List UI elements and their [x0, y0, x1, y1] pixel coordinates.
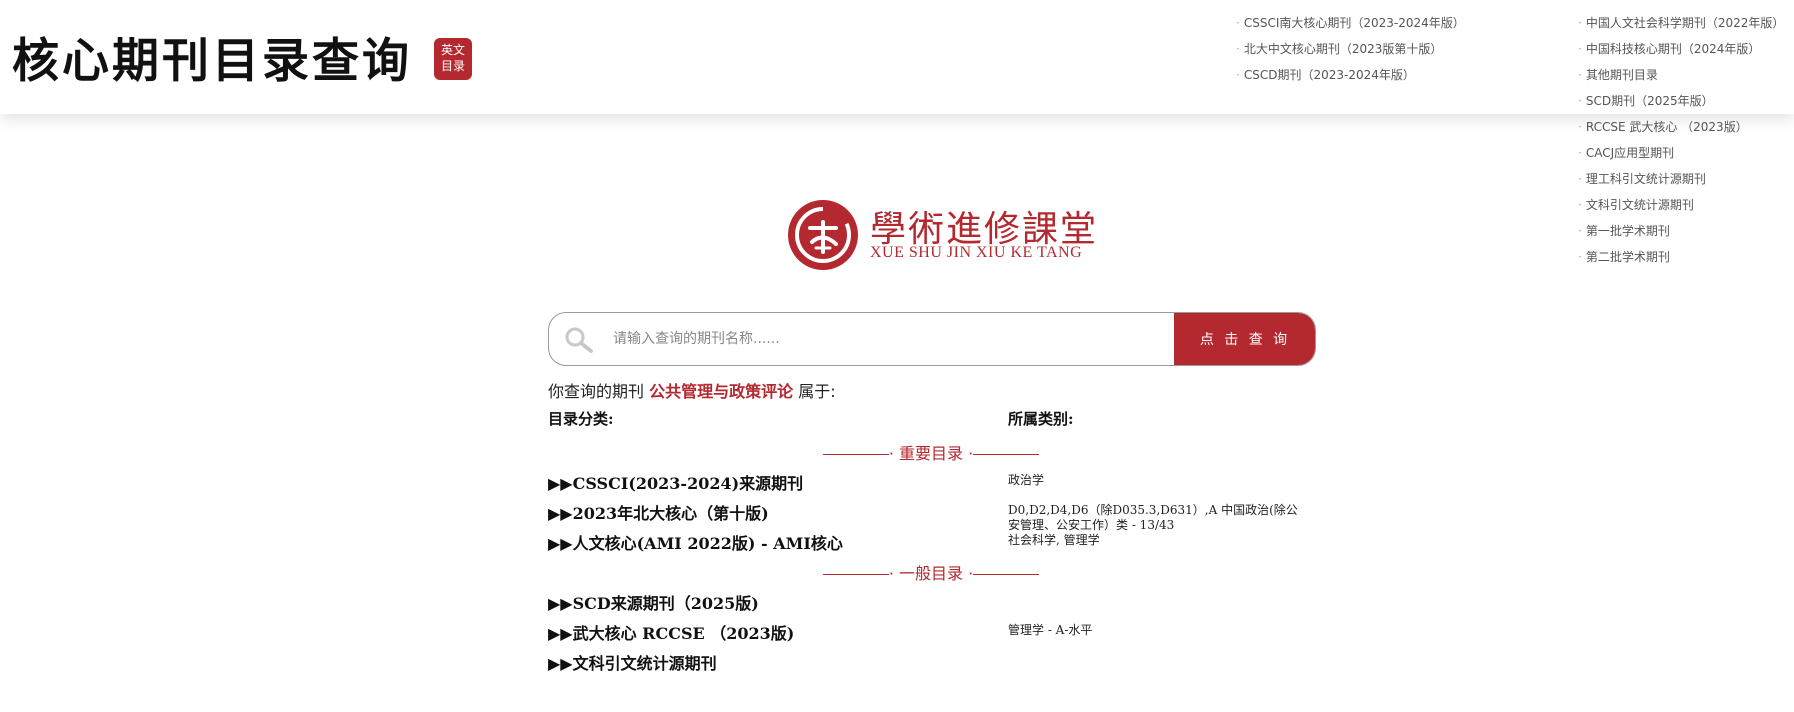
site-title: 核心期刊目录查询 — [12, 34, 412, 89]
important-catalog-label: · 重要目录 · — [888, 444, 974, 463]
nav-link-other[interactable]: 其他期刊目录 — [1578, 67, 1784, 93]
english-catalog-button[interactable]: 英文 目录 — [434, 38, 472, 80]
nav-link-scd[interactable]: SCD期刊（2025年版） — [1578, 93, 1784, 119]
result-suffix: 属于: — [798, 382, 836, 401]
divider-line — [973, 454, 1040, 455]
nav-link-science-citation[interactable]: 理工科引文统计源期刊 — [1578, 171, 1784, 197]
nav-link-cacj[interactable]: CACJ应用型期刊 — [1578, 145, 1784, 171]
search-icon — [565, 327, 593, 353]
english-catalog-label-line2: 目录 — [440, 59, 465, 73]
nav-link-first-batch[interactable]: 第一批学术期刊 — [1578, 223, 1784, 249]
nav-link-cssci[interactable]: CSSCI南大核心期刊（2023-2024年版） — [1236, 15, 1465, 41]
catalog-row-category[interactable]: ▶▶SCD来源期刊（2025版) — [548, 590, 759, 614]
catalog-row-value: 社会科学, 管理学 — [1008, 533, 1100, 547]
top-header: 核心期刊目录查询 英文 目录 CSSCI南大核心期刊（2023-2024年版） … — [0, 0, 1794, 114]
catalog-nav-column-2: 中国人文社会科学期刊（2022年版） 中国科技核心期刊（2024年版） 其他期刊… — [1578, 15, 1785, 275]
catalog-row-category[interactable]: ▶▶文科引文统计源期刊 — [548, 650, 717, 674]
nav-link-rccse[interactable]: RCCSE 武大核心 （2023版） — [1578, 119, 1784, 145]
journal-search-input[interactable] — [613, 313, 1213, 365]
catalog-column-header: 目录分类: — [548, 410, 614, 428]
category-column-header: 所属类别: — [1008, 410, 1074, 428]
divider-line — [822, 454, 889, 455]
general-catalog-divider: · 一般目录 · — [820, 560, 1042, 584]
catalog-row-value: 管理学 - A-水平 — [1008, 623, 1093, 637]
english-catalog-label-line1: 英文 — [440, 43, 465, 57]
nav-link-cstpcd[interactable]: 中国科技核心期刊（2024年版） — [1578, 41, 1784, 67]
nav-link-second-batch[interactable]: 第二批学术期刊 — [1578, 249, 1784, 275]
divider-line — [822, 574, 889, 575]
nav-link-pku-core[interactable]: 北大中文核心期刊（2023版第十版） — [1236, 41, 1465, 67]
catalog-row-category[interactable]: ▶▶2023年北大核心（第十版) — [548, 500, 769, 524]
catalog-row-value: D0,D2,D4,D6（除D035.3,D631）,A 中国政治(除公安管理、公… — [1008, 503, 1298, 532]
search-button[interactable]: 点 击 查 询 — [1174, 313, 1315, 365]
divider-line — [973, 574, 1040, 575]
result-prefix: 你查询的期刊 — [548, 382, 645, 401]
catalog-row-category[interactable]: ▶▶CSSCI(2023-2024)来源期刊 — [548, 470, 803, 494]
nav-link-cscd[interactable]: CSCD期刊（2023-2024年版） — [1236, 67, 1465, 93]
important-catalog-divider: · 重要目录 · — [820, 440, 1042, 464]
result-summary: 你查询的期刊 公共管理与政策评论 属于: — [548, 378, 836, 402]
nav-link-humanities-citation[interactable]: 文科引文统计源期刊 — [1578, 197, 1784, 223]
catalog-row-category[interactable]: ▶▶人文核心(AMI 2022版) - AMI核心 — [548, 530, 843, 554]
result-journal-name: 公共管理与政策评论 — [649, 382, 794, 401]
search-bar: 点 击 查 询 — [548, 312, 1316, 366]
logo-emblem-icon — [788, 200, 858, 270]
catalog-nav-column-1: CSSCI南大核心期刊（2023-2024年版） 北大中文核心期刊（2023版第… — [1236, 15, 1465, 93]
nav-link-ami[interactable]: 中国人文社会科学期刊（2022年版） — [1578, 15, 1785, 41]
catalog-row-value: 政治学 — [1008, 473, 1045, 487]
site-logo: 學術進修課堂 XUE SHU JIN XIU KE TANG — [786, 198, 1096, 272]
logo-subtitle: XUE SHU JIN XIU KE TANG — [870, 244, 1083, 261]
general-catalog-label: · 一般目录 · — [888, 564, 974, 583]
catalog-row-category[interactable]: ▶▶武大核心 RCCSE （2023版) — [548, 620, 794, 644]
